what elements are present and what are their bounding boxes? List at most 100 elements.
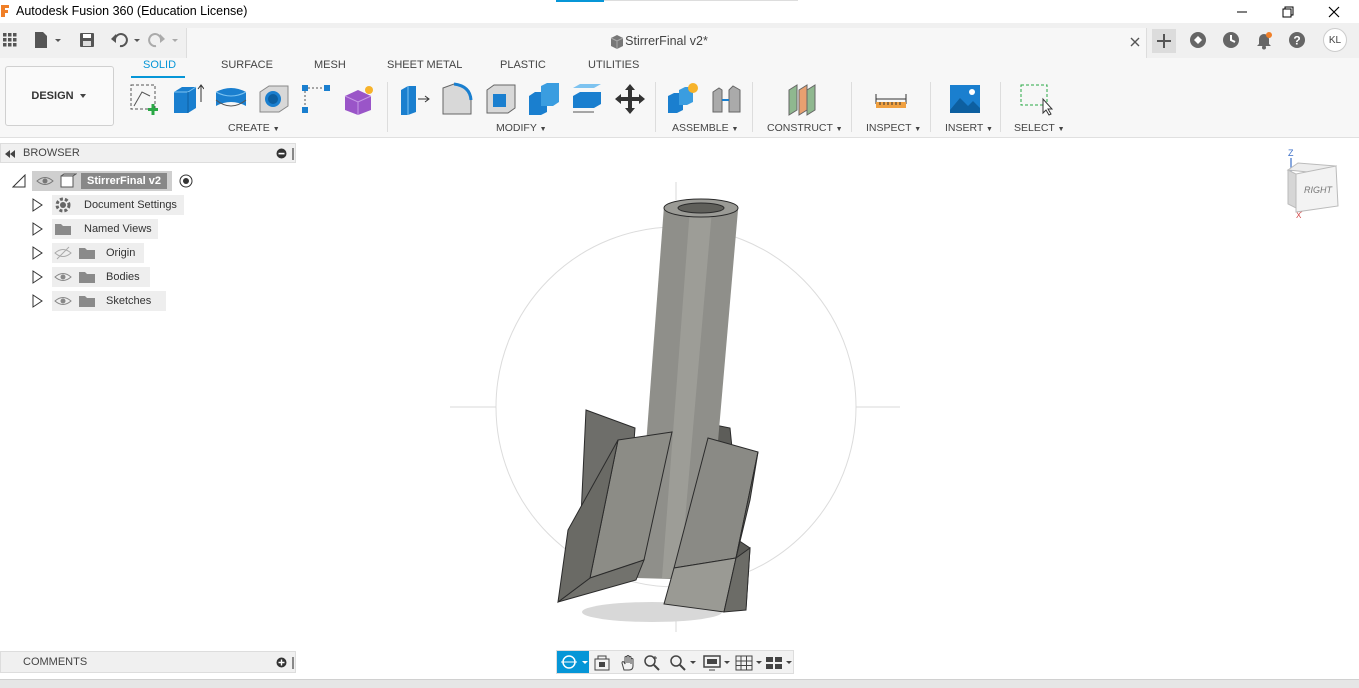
minimize-button[interactable] — [1219, 0, 1265, 23]
expand-triangle-icon[interactable] — [30, 246, 44, 260]
redo-icon[interactable] — [148, 31, 180, 49]
tab-mesh[interactable]: MESH — [314, 59, 346, 71]
expand-triangle-icon[interactable] — [30, 222, 44, 236]
tab-sheet-metal[interactable]: SHEET METAL — [387, 59, 462, 71]
browser-item-bodies[interactable]: Bodies — [30, 267, 150, 287]
viewports-icon[interactable] — [765, 654, 793, 672]
notifications-icon[interactable] — [1254, 30, 1274, 50]
combine-icon — [529, 83, 559, 115]
expand-triangle-icon[interactable] — [30, 270, 44, 284]
pattern-button[interactable] — [299, 82, 333, 116]
viewcube-front-face[interactable] — [1287, 169, 1297, 209]
joint-button[interactable] — [709, 82, 743, 116]
browser-root-row[interactable]: StirrerFinal v2 — [12, 171, 194, 191]
assemble-group-label[interactable]: ASSEMBLE ▼ — [672, 122, 738, 134]
browser-item-origin[interactable]: Origin — [30, 243, 144, 263]
job-status-icon[interactable] — [1221, 30, 1241, 50]
bodies-chip[interactable]: Bodies — [52, 267, 150, 287]
browser-item-document-settings[interactable]: Document Settings — [30, 195, 184, 215]
panel-resize-handle[interactable] — [292, 148, 294, 160]
save-icon[interactable] — [78, 31, 96, 49]
origin-chip[interactable]: Origin — [52, 243, 144, 263]
add-comment-icon[interactable] — [276, 657, 287, 668]
comments-panel-header[interactable]: COMMENTS — [0, 651, 296, 673]
sketches-chip[interactable]: Sketches — [52, 291, 166, 311]
tab-plastic[interactable]: PLASTIC — [500, 59, 546, 71]
3d-viewport[interactable] — [440, 170, 920, 640]
shell-button[interactable] — [484, 82, 518, 116]
create-group-text: CREATE — [228, 122, 270, 134]
select-group-label[interactable]: SELECT ▼ — [1014, 122, 1065, 134]
create-sketch-button[interactable] — [128, 82, 162, 116]
window-select-icon — [1020, 84, 1053, 116]
insert-image-button[interactable] — [948, 82, 982, 116]
new-component-button[interactable] — [665, 82, 699, 116]
tab-solid[interactable]: SOLID — [143, 59, 176, 71]
eye-icon[interactable] — [54, 293, 72, 309]
file-menu-icon[interactable] — [32, 30, 64, 50]
move-copy-button[interactable] — [613, 82, 647, 116]
document-settings-chip[interactable]: Document Settings — [52, 195, 184, 215]
user-avatar[interactable]: KL — [1323, 28, 1347, 52]
browser-item-sketches[interactable]: Sketches — [30, 291, 166, 311]
create-form-button[interactable] — [342, 82, 376, 116]
grid-snap-icon[interactable] — [735, 654, 763, 672]
panel-resize-handle[interactable] — [292, 657, 294, 669]
new-tab-icon[interactable] — [1152, 29, 1176, 53]
revolve-button[interactable] — [214, 82, 248, 116]
tab-utilities[interactable]: UTILITIES — [588, 59, 639, 71]
zoom-icon[interactable] — [643, 654, 661, 672]
restore-icon — [1282, 6, 1294, 17]
workspace-switcher[interactable]: DESIGN — [5, 66, 114, 126]
expand-triangle-icon[interactable] — [30, 294, 44, 308]
pan-hand-icon[interactable] — [619, 654, 637, 672]
offset-face-button[interactable] — [570, 82, 604, 116]
browser-item-named-views[interactable]: Named Views — [30, 219, 158, 239]
ribbon-toolbar: DESIGN SOLID SURFACE MESH SHEET METAL PL… — [0, 58, 1359, 138]
window-select-button[interactable] — [1019, 82, 1053, 116]
eye-hidden-icon[interactable] — [54, 245, 72, 261]
browser-panel-header[interactable]: BROWSER — [0, 143, 296, 163]
close-window-button[interactable] — [1311, 0, 1357, 23]
close-tab-icon[interactable] — [1129, 36, 1141, 48]
collapse-panel-icon[interactable] — [4, 149, 16, 159]
insert-group-label[interactable]: INSERT ▼ — [945, 122, 993, 134]
group-divider — [752, 82, 753, 132]
hole-button[interactable] — [257, 82, 291, 116]
look-at-icon[interactable] — [593, 654, 611, 672]
activate-radio-icon[interactable] — [178, 173, 194, 189]
undo-icon[interactable] — [110, 31, 142, 49]
combine-button[interactable] — [527, 82, 561, 116]
fit-zoom-icon[interactable] — [669, 654, 697, 672]
display-settings-icon[interactable] — [703, 654, 731, 672]
offset-face-icon — [573, 84, 601, 113]
modify-group-text: MODIFY — [496, 122, 537, 134]
root-component-chip[interactable]: StirrerFinal v2 — [32, 171, 172, 191]
fillet-button[interactable] — [440, 82, 474, 116]
eye-icon[interactable] — [54, 269, 72, 285]
expand-triangle-icon[interactable] — [12, 174, 26, 188]
restore-button[interactable] — [1265, 0, 1311, 23]
create-group-label[interactable]: CREATE ▼ — [228, 122, 280, 134]
help-icon[interactable]: ? — [1287, 30, 1307, 50]
extrude-button[interactable] — [170, 82, 204, 116]
offset-plane-button[interactable] — [785, 82, 819, 116]
inspect-group-label[interactable]: INSPECT ▼ — [866, 122, 921, 134]
tab-surface[interactable]: SURFACE — [221, 59, 273, 71]
minimize-panel-icon[interactable] — [276, 148, 287, 159]
document-tab[interactable]: StirrerFinal v2* — [186, 28, 1147, 58]
expand-triangle-icon[interactable] — [30, 198, 44, 212]
modify-group-label[interactable]: MODIFY ▼ — [496, 122, 547, 134]
named-views-chip[interactable]: Named Views — [52, 219, 158, 239]
construct-group-label[interactable]: CONSTRUCT ▼ — [767, 122, 843, 134]
app-grid-icon[interactable] — [2, 32, 18, 48]
extensions-icon[interactable] — [1188, 30, 1208, 50]
viewcube[interactable]: Z X RIGHT — [1282, 146, 1344, 220]
eye-icon[interactable] — [35, 173, 55, 189]
press-pull-button[interactable] — [398, 82, 432, 116]
measure-button[interactable] — [874, 82, 908, 116]
stirrer-model[interactable] — [557, 198, 759, 622]
orbit-button[interactable] — [557, 651, 589, 673]
gear-icon — [55, 197, 71, 213]
timeline-bar — [0, 679, 1359, 688]
